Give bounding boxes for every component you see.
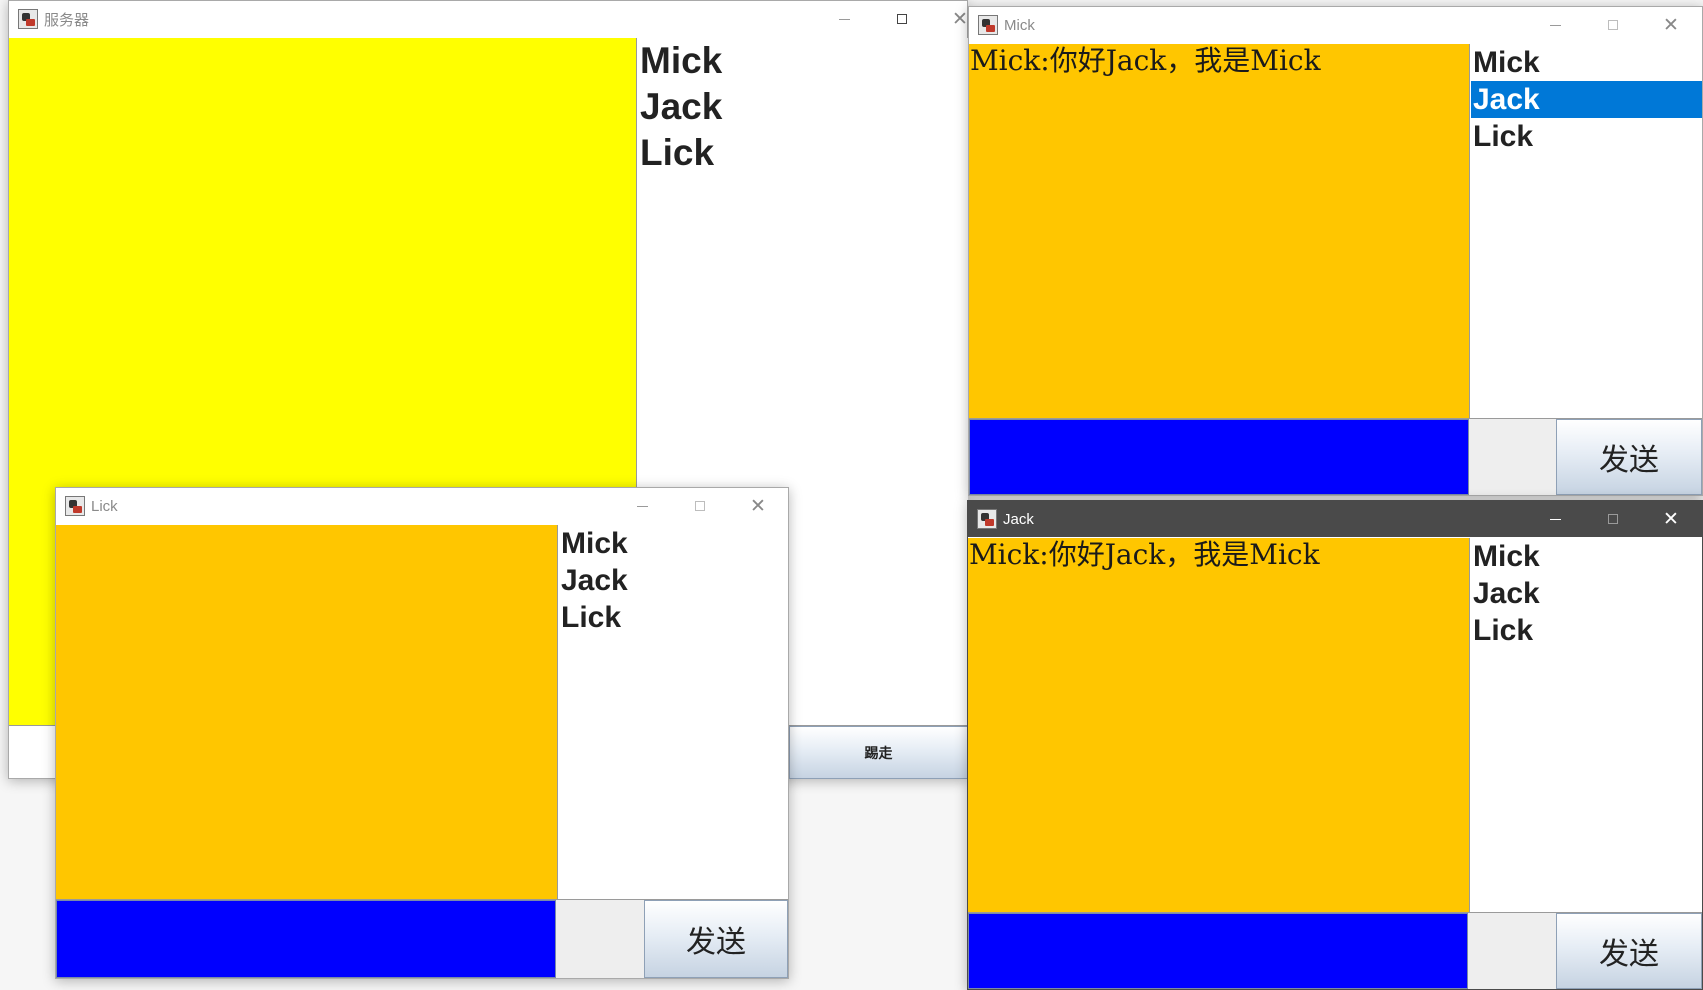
jack-message-area[interactable]: Mick:你好Jack，我是Mick <box>968 538 1469 912</box>
divider <box>557 525 558 899</box>
minimize-icon <box>838 18 850 20</box>
user-list-item[interactable]: Mick <box>1471 44 1702 81</box>
minimize-button[interactable] <box>815 1 873 37</box>
send-button[interactable]: 发送 <box>1556 419 1702 495</box>
mick-titlebar[interactable]: Mick ✕ <box>969 7 1702 43</box>
minimize-icon <box>1549 24 1561 26</box>
maximize-icon <box>897 14 907 24</box>
kick-button[interactable]: 踢走 <box>789 726 968 779</box>
lick-window: Lick ✕ Mick Jack Lick 发送 <box>55 487 789 979</box>
jack-titlebar[interactable]: Jack ✕ <box>968 501 1702 537</box>
lick-spacer <box>556 900 644 978</box>
lick-titlebar[interactable]: Lick ✕ <box>56 488 788 524</box>
divider <box>1469 44 1470 418</box>
send-button-label: 发送 <box>686 925 746 960</box>
user-list-item[interactable]: Lick <box>559 599 788 636</box>
window-title: Lick <box>91 497 118 515</box>
maximize-button[interactable] <box>671 488 729 524</box>
jack-user-list[interactable]: Mick Jack Lick <box>1471 538 1702 912</box>
java-app-icon <box>977 509 997 529</box>
maximize-icon <box>695 501 705 511</box>
user-list-item[interactable]: Lick <box>1471 118 1702 155</box>
close-button[interactable]: ✕ <box>1642 7 1700 43</box>
window-title: Jack <box>1003 510 1034 528</box>
server-titlebar[interactable]: 服务器 ✕ <box>9 1 968 37</box>
mick-user-list[interactable]: Mick Jack Lick <box>1471 44 1702 418</box>
minimize-button[interactable] <box>613 488 671 524</box>
minimize-icon <box>636 505 648 507</box>
user-list-item[interactable]: Mick <box>559 525 788 562</box>
window-title: Mick <box>1004 16 1035 34</box>
java-app-icon <box>65 496 85 516</box>
close-icon: ✕ <box>952 7 968 30</box>
maximize-button[interactable] <box>1584 501 1642 537</box>
jack-window: Jack ✕ Mick:你好Jack，我是Mick Mick Jack Lick… <box>967 500 1703 990</box>
kick-button-label: 踢走 <box>864 745 893 762</box>
maximize-button[interactable] <box>873 1 931 37</box>
lick-message-input[interactable] <box>56 900 556 978</box>
user-list-item[interactable]: Jack <box>559 562 788 599</box>
lick-message-area[interactable] <box>56 525 557 899</box>
user-list-item[interactable]: Mick <box>1471 538 1702 575</box>
maximize-button[interactable] <box>1584 7 1642 43</box>
chat-message: Mick:你好Jack，我是Mick <box>970 44 1321 77</box>
user-list-item[interactable]: Lick <box>1471 612 1702 649</box>
lick-user-list[interactable]: Mick Jack Lick <box>559 525 788 899</box>
window-title: 服务器 <box>44 11 90 29</box>
user-list-item-selected[interactable]: Jack <box>1471 81 1702 118</box>
send-button-label: 发送 <box>1599 443 1659 478</box>
mick-window: Mick ✕ Mick:你好Jack，我是Mick Mick Jack Lick… <box>968 6 1703 496</box>
jack-message-input[interactable] <box>968 913 1468 989</box>
maximize-icon <box>1608 514 1618 524</box>
close-button[interactable]: ✕ <box>729 488 787 524</box>
close-icon: ✕ <box>750 494 766 517</box>
send-button-label: 发送 <box>1599 937 1659 972</box>
user-list-item[interactable]: Jack <box>1471 575 1702 612</box>
java-app-icon <box>978 15 998 35</box>
maximize-icon <box>1608 20 1618 30</box>
jack-spacer <box>1468 913 1556 989</box>
close-button[interactable]: ✕ <box>1642 501 1700 537</box>
user-list-item[interactable]: Lick <box>638 130 968 176</box>
mick-message-input[interactable] <box>969 419 1469 495</box>
minimize-icon <box>1549 518 1561 520</box>
divider <box>1469 538 1470 912</box>
close-icon: ✕ <box>1663 13 1679 36</box>
user-list-item[interactable]: Mick <box>638 38 968 84</box>
user-list-item[interactable]: Jack <box>638 84 968 130</box>
mick-message-area[interactable]: Mick:你好Jack，我是Mick <box>969 44 1469 418</box>
minimize-button[interactable] <box>1526 7 1584 43</box>
send-button[interactable]: 发送 <box>1556 913 1702 989</box>
send-button[interactable]: 发送 <box>644 900 788 978</box>
chat-message: Mick:你好Jack，我是Mick <box>969 538 1320 571</box>
close-icon: ✕ <box>1663 507 1679 530</box>
minimize-button[interactable] <box>1526 501 1584 537</box>
mick-spacer <box>1469 419 1556 495</box>
java-app-icon <box>18 9 38 29</box>
